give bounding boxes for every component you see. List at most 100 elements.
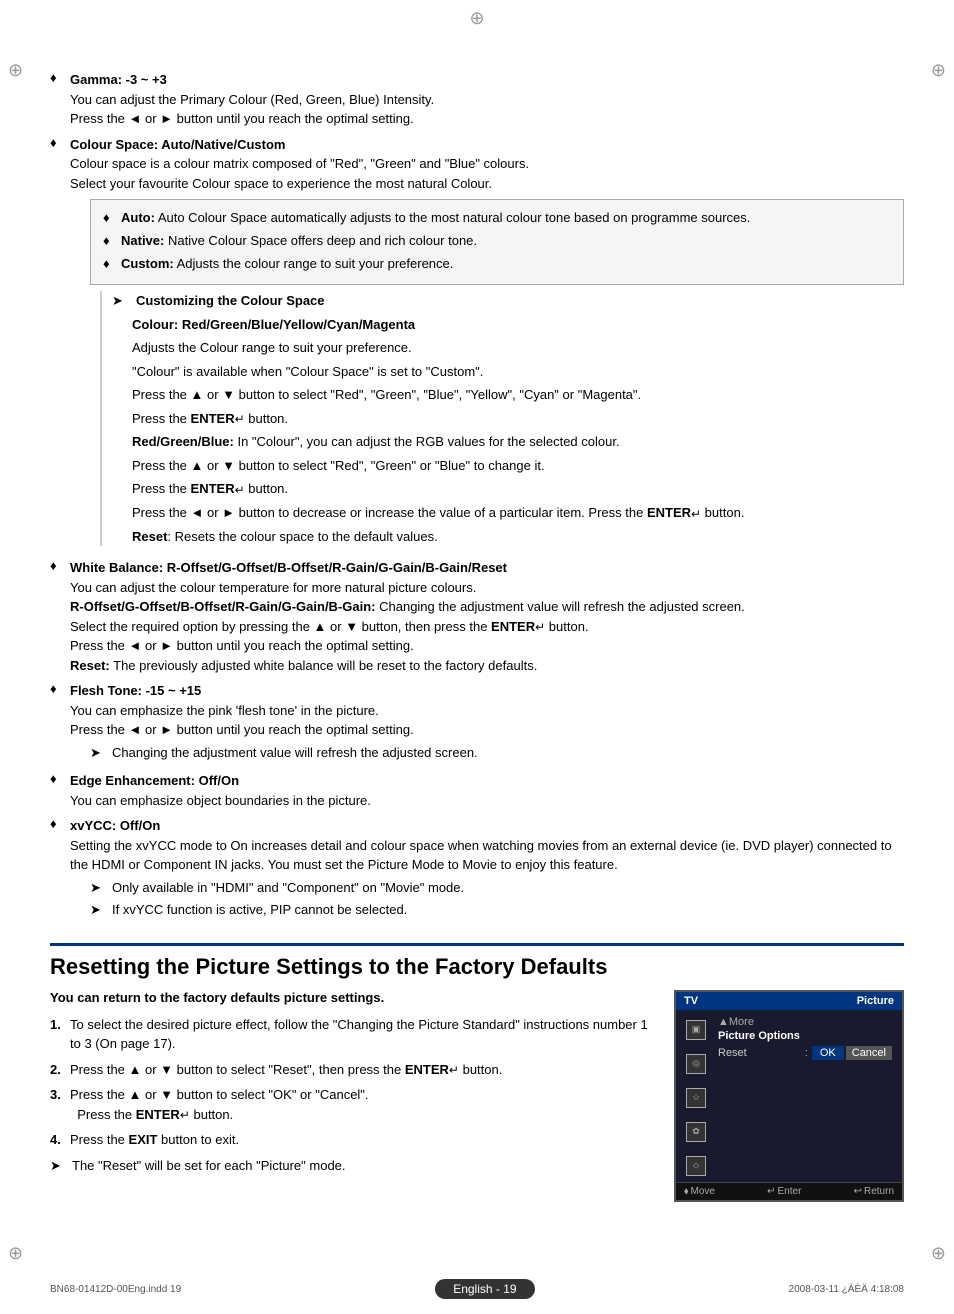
flesh-tone-content: Flesh Tone: -15 ~ +15 You can emphasize … [70,681,904,765]
subbox-diamond-icon3: ♦ [103,254,117,275]
xvycc-content: xvYCC: Off/On Setting the xvYCC mode to … [70,816,904,923]
tv-more: ▲More [718,1016,892,1028]
bottom-center: English - 19 [435,1279,534,1299]
crosshair-right-icon: ⊕ [931,60,946,81]
page: ⊕ ⊕ ⊕ ⊕ ⊕ ♦ Gamma: -3 ~ +3 You can adjus… [0,0,954,1314]
tv-header-right: Picture [857,995,894,1007]
lang-badge: English - 19 [435,1279,534,1299]
step1-num: 1. [50,1015,70,1054]
bullet-diamond-icon6: ♦ [50,816,66,923]
flesh-tone-note: ➤ Changing the adjustment value will ref… [90,743,904,763]
step2-text: Press the ▲ or ▼ button to select "Reset… [70,1060,654,1080]
tv-reset-label: Reset [718,1047,805,1059]
colour-space-subbox: ♦ Auto: Auto Colour Space automatically … [90,199,904,285]
customizing-para4: Press the ENTER↵ button. [132,409,904,429]
edge-enhancement-title: Edge Enhancement: Off/On [70,773,239,788]
flesh-tone-title: Flesh Tone: -15 ~ +15 [70,683,201,698]
tv-header-left: TV [684,995,698,1007]
tv-header: TV Picture [676,992,902,1010]
subbox-native: ♦ Native: Native Colour Space offers dee… [103,231,891,252]
tv-body: ▣ ◎ ☆ ✿ ⬦ ▲More Picture Options Reset [676,1010,902,1182]
edge-enhancement-content: Edge Enhancement: Off/On You can emphasi… [70,771,904,810]
white-balance-line2: Select the required option by pressing t… [70,619,589,634]
bottom-bar: BN68-01412D-00Eng.indd 19 English - 19 2… [0,1279,954,1299]
final-note-icon: ➤ [50,1156,72,1176]
customizing-para5: Red/Green/Blue: In "Colour", you can adj… [132,432,904,452]
steps-list: 1. To select the desired picture effect,… [50,1015,654,1150]
crosshair-bottom-right-icon: ⊕ [931,1243,946,1264]
tv-icon-channel: ☆ [686,1088,706,1108]
step3-num: 3. [50,1085,70,1124]
enter-icon: ↵ [767,1186,775,1197]
customizing-para6: Press the ▲ or ▼ button to select "Red",… [132,456,904,476]
return-label: Return [864,1186,894,1197]
bullet-xvycc: ♦ xvYCC: Off/On Setting the xvYCC mode t… [50,816,904,923]
xvycc-line1: Setting the xvYCC mode to On increases d… [70,838,892,873]
colour-space-content: Colour Space: Auto/Native/Custom Colour … [70,135,904,553]
note-arrow-icon3: ➤ [90,900,112,920]
step4-text: Press the EXIT button to exit. [70,1130,654,1150]
gamma-content: Gamma: -3 ~ +3 You can adjust the Primar… [70,70,904,129]
subbox-auto: ♦ Auto: Auto Colour Space automatically … [103,208,891,229]
subbox-custom-text: Custom: Adjusts the colour range to suit… [121,254,453,275]
resetting-text: You can return to the factory defaults p… [50,990,654,1202]
gamma-line1: You can adjust the Primary Colour (Red, … [70,92,434,107]
gamma-title: Gamma: -3 ~ +3 [70,72,167,87]
flesh-tone-line1: You can emphasize the pink 'flesh tone' … [70,703,379,718]
section-divider [50,943,904,946]
step1-text: To select the desired picture effect, fo… [70,1015,654,1054]
subbox-diamond-icon2: ♦ [103,231,117,252]
colour-space-line1: Colour space is a colour matrix composed… [70,156,529,171]
customizing-para8: Press the ◄ or ► button to decrease or i… [132,503,904,523]
tv-picture-options: Picture Options [718,1030,892,1042]
note-arrow-icon2: ➤ [90,878,112,898]
step-1: 1. To select the desired picture effect,… [50,1015,654,1054]
white-balance-line3: Press the ◄ or ► button until you reach … [70,638,414,653]
flesh-tone-line2: Press the ◄ or ► button until you reach … [70,722,414,737]
tv-cancel-label: Cancel [846,1046,892,1060]
bullet-diamond-icon4: ♦ [50,681,66,765]
tv-icon-display: ▣ [686,1020,706,1040]
edge-enhancement-line1: You can emphasize object boundaries in t… [70,793,371,808]
step-2: 2. Press the ▲ or ▼ button to select "Re… [50,1060,654,1080]
final-note: ➤ The "Reset" will be set for each "Pict… [50,1156,654,1176]
customizing-para9: Reset: Resets the colour space to the de… [132,527,904,547]
bullet-colour-space: ♦ Colour Space: Auto/Native/Custom Colou… [50,135,904,553]
resetting-body: You can return to the factory defaults p… [50,990,904,1202]
crosshair-left-icon: ⊕ [8,60,23,81]
step4-num: 4. [50,1130,70,1150]
customizing-header: ➤ Customizing the Colour Space [112,291,904,311]
crosshair-bottom-left-icon: ⊕ [8,1243,23,1264]
bullet-diamond-icon5: ♦ [50,771,66,810]
white-balance-title: White Balance: R-Offset/G-Offset/B-Offse… [70,560,507,575]
final-note-text: The "Reset" will be set for each "Pictur… [72,1156,346,1176]
step-4: 4. Press the EXIT button to exit. [50,1130,654,1150]
colour-space-line2: Select your favourite Colour space to ex… [70,176,492,191]
customizing-para3: Press the ▲ or ▼ button to select "Red",… [132,385,904,405]
tv-reset-row: Reset : OK Cancel [718,1046,892,1060]
bullet-flesh-tone: ♦ Flesh Tone: -15 ~ +15 You can emphasiz… [50,681,904,765]
note-arrow-icon: ➤ [90,743,112,763]
customizing-para1: Adjusts the Colour range to suit your pr… [132,338,904,358]
resetting-title: Resetting the Picture Settings to the Fa… [50,954,904,980]
enter-label: Enter [778,1186,802,1197]
xvycc-title: xvYCC: Off/On [70,818,160,833]
step-3: 3. Press the ▲ or ▼ button to select "OK… [50,1085,654,1124]
tv-footer: ⬧ Move ↵ Enter ↩ Return [676,1182,902,1200]
bullet-diamond-icon: ♦ [50,70,66,129]
tv-footer-enter: ↵ Enter [767,1186,801,1197]
colour-space-title: Colour Space: Auto/Native/Custom [70,137,285,152]
xvycc-note2: ➤ If xvYCC function is active, PIP canno… [90,900,904,920]
main-content: ♦ Gamma: -3 ~ +3 You can adjust the Prim… [50,30,904,1202]
tv-icon-input: ⬦ [686,1156,706,1176]
bullet-white-balance: ♦ White Balance: R-Offset/G-Offset/B-Off… [50,558,904,675]
tv-footer-move: ⬧ Move [684,1186,715,1197]
bullet-edge-enhancement: ♦ Edge Enhancement: Off/On You can empha… [50,771,904,810]
subbox-custom: ♦ Custom: Adjusts the colour range to su… [103,254,891,275]
flesh-tone-note-text: Changing the adjustment value will refre… [112,743,478,763]
white-balance-content: White Balance: R-Offset/G-Offset/B-Offse… [70,558,904,675]
move-label: Move [691,1186,715,1197]
bottom-right-text: 2008-03-11 ¿ÀÈÄ 4:18:08 [789,1284,904,1295]
white-balance-line1: You can adjust the colour temperature fo… [70,580,476,595]
bullet-diamond-icon3: ♦ [50,558,66,675]
